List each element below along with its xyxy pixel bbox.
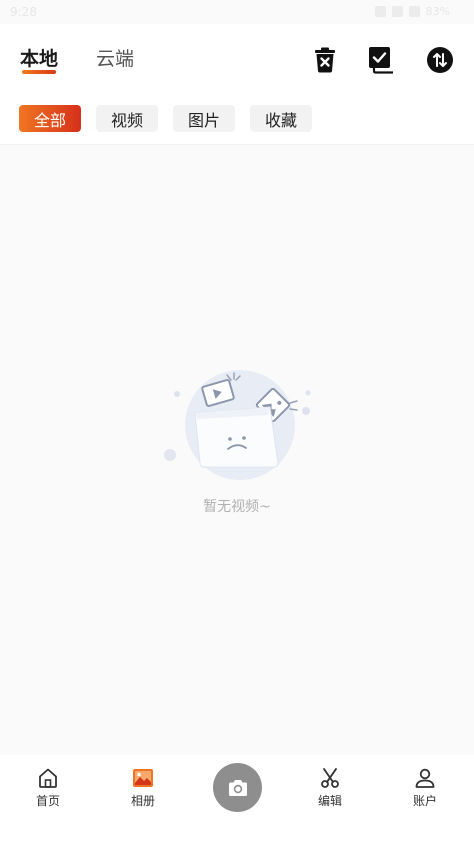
empty-state-message: 暂无视频~ (203, 499, 271, 515)
home-icon (39, 768, 57, 788)
select-all-button[interactable] (368, 46, 396, 74)
header: 本地 云端 (0, 24, 474, 88)
nav-item-edit[interactable]: 编辑 (300, 767, 360, 809)
nav-item-album[interactable]: 相册 (113, 767, 173, 809)
nav-label-album: 相册 (130, 794, 155, 808)
battery-percent: 83% (425, 5, 450, 18)
tab-active-indicator (22, 70, 56, 74)
tab-cloud[interactable]: 云端 (96, 44, 134, 71)
delete-button[interactable] (311, 46, 339, 74)
filter-bar: 全部 视频 图片 收藏 (0, 88, 474, 144)
tab-local[interactable]: 本地 (20, 44, 58, 71)
status-bar: 9:28 83% (0, 0, 474, 24)
nav-item-home[interactable]: 首页 (18, 767, 78, 809)
nav-item-account[interactable]: 账户 (395, 767, 455, 809)
signal-icon (391, 6, 403, 17)
filter-chip-video[interactable]: 视频 (96, 105, 158, 132)
scissors-icon (321, 768, 339, 788)
nav-label-home: 首页 (35, 794, 60, 808)
user-icon (415, 768, 435, 788)
status-icons: 83% (374, 5, 450, 18)
camera-button[interactable] (213, 763, 262, 812)
sort-button[interactable] (426, 46, 454, 74)
sort-icon (427, 47, 453, 73)
filter-chip-all[interactable]: 全部 (19, 105, 81, 132)
select-all-icon (369, 47, 393, 74)
status-time: 9:28 (10, 5, 37, 19)
delete-icon (315, 47, 335, 73)
bottom-nav: 首页 相册 编辑 账户 (0, 755, 474, 843)
empty-folder-illustration (164, 370, 311, 480)
filter-chip-favorites[interactable]: 收藏 (250, 105, 312, 132)
nav-label-account: 账户 (412, 794, 437, 808)
album-icon (133, 769, 153, 787)
nav-label-edit: 编辑 (317, 794, 342, 808)
camera-icon (228, 779, 247, 796)
filter-chip-image[interactable]: 图片 (173, 105, 235, 132)
battery-icon (408, 6, 420, 17)
media-list-area[interactable]: 暂无视频~ (0, 144, 474, 755)
wifi-icon (374, 6, 386, 17)
